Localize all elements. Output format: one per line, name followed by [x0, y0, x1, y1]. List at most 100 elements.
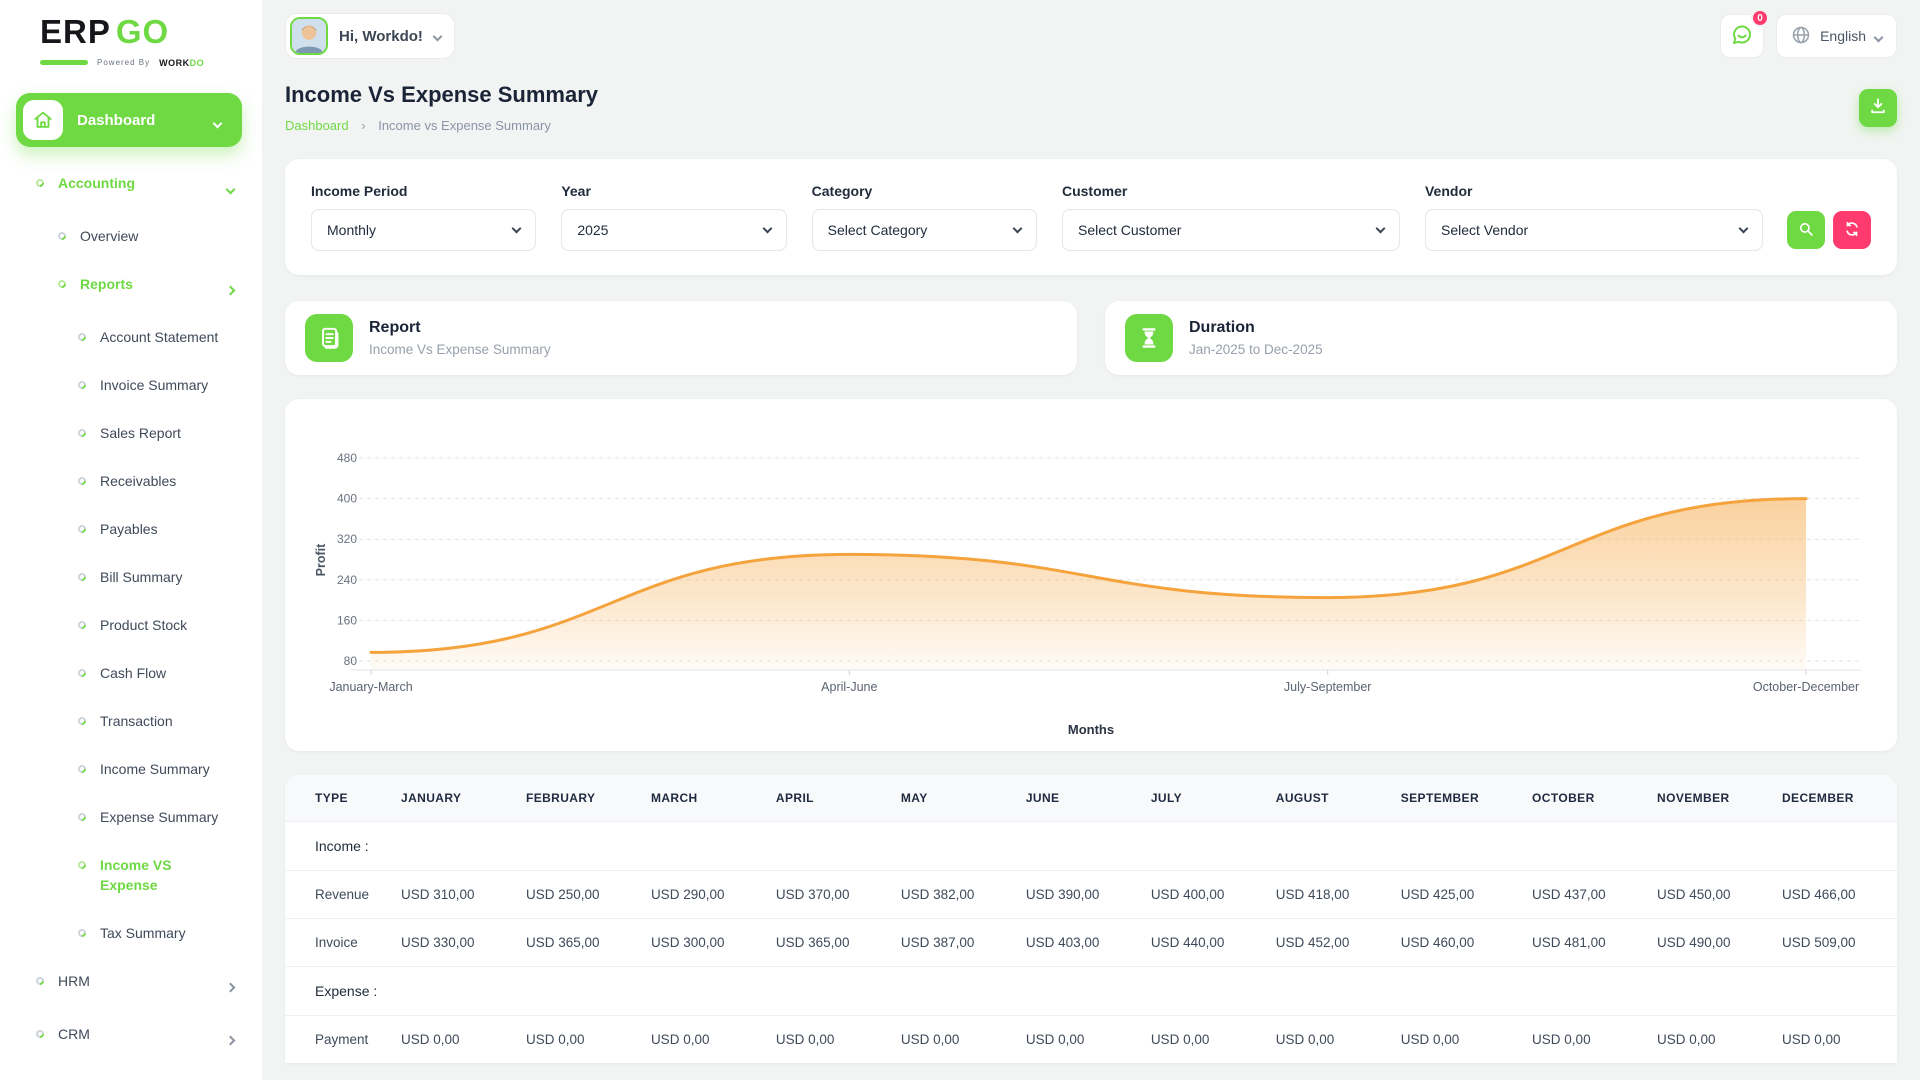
y-axis-tick-label: 400 — [337, 492, 357, 506]
table-section-row: Income : — [285, 821, 1897, 871]
sidebar-item-payables[interactable]: Payables — [0, 519, 262, 539]
search-button[interactable] — [1787, 211, 1825, 249]
amount-cell: USD 0,00 — [1140, 1015, 1266, 1063]
sidebar-item-tax-summary[interactable]: Tax Summary — [0, 923, 262, 943]
sidebar-item-income-summary[interactable]: Income Summary — [0, 759, 262, 779]
brand-logo[interactable]: ERP GO Powered By WORKDO — [0, 0, 262, 71]
amount-cell: USD 310,00 — [391, 870, 516, 919]
sidebar-item-label: Sales Report — [100, 425, 181, 441]
sidebar-item-accounting[interactable]: Accounting — [0, 173, 262, 198]
sidebar-item-label: Accounting — [58, 175, 135, 191]
sidebar-item-overview[interactable]: Overview — [0, 226, 262, 246]
vendor-select[interactable]: Select Vendor — [1424, 209, 1763, 251]
sidebar-item-reports[interactable]: Reports — [0, 274, 262, 299]
summary-cards: Report Income Vs Expense Summary Duratio… — [285, 301, 1897, 375]
sidebar-item-label: Income VS Expense — [100, 857, 172, 893]
select-value: Select Category — [827, 222, 928, 238]
sidebar-item-transaction[interactable]: Transaction — [0, 711, 262, 731]
breadcrumb-current: Income vs Expense Summary — [378, 118, 551, 133]
bullet-icon — [76, 427, 88, 439]
sidebar-item-bill-summary[interactable]: Bill Summary — [0, 567, 262, 587]
download-button[interactable] — [1859, 88, 1897, 127]
amount-cell: USD 370,00 — [765, 870, 891, 919]
sidebar-item-label: HRM — [58, 973, 90, 989]
breadcrumb-dashboard-link[interactable]: Dashboard — [285, 118, 349, 133]
amount-cell: USD 450,00 — [1647, 870, 1772, 919]
bullet-icon — [76, 331, 88, 343]
amount-cell: USD 0,00 — [640, 1015, 766, 1063]
amount-cell: USD 250,00 — [515, 870, 641, 919]
bullet-icon — [76, 523, 88, 535]
brand-underline-bar — [40, 59, 88, 65]
sidebar-item-sales-report[interactable]: Sales Report — [0, 423, 262, 443]
globe-icon — [1791, 25, 1811, 48]
brand-erp: ERP — [40, 13, 111, 50]
main-content: Hi, Workdo! 0 English Income Vs Expense … — [262, 0, 1920, 1080]
sidebar-item-receivables[interactable]: Receivables — [0, 471, 262, 491]
report-card: Report Income Vs Expense Summary — [285, 301, 1077, 375]
income-period-select[interactable]: Monthly — [311, 209, 537, 251]
table-row-invoice: Invoice USD 330,00 USD 365,00 USD 300,00 USD… — [285, 918, 1897, 967]
sidebar-item-crm[interactable]: CRM — [0, 1024, 262, 1049]
sidebar-item-cash-flow[interactable]: Cash Flow — [0, 663, 262, 683]
select-value: Select Customer — [1077, 222, 1182, 238]
download-icon — [1868, 96, 1888, 119]
sidebar-item-product-stock[interactable]: Product Stock — [0, 615, 262, 635]
sidebar-item-label: Transaction — [100, 713, 173, 729]
column-header-january: JANUARY — [391, 775, 516, 822]
topbar: Hi, Workdo! 0 English — [285, 0, 1897, 60]
amount-cell: USD 452,00 — [1265, 918, 1391, 967]
amount-cell: USD 0,00 — [890, 1015, 1016, 1063]
sidebar-item-invoice-summary[interactable]: Invoice Summary — [0, 375, 262, 395]
sidebar-item-label: Receivables — [100, 473, 177, 489]
filter-panel: Income Period Monthly Year 2025 Category Sele… — [285, 159, 1897, 275]
customer-select[interactable]: Select Customer — [1061, 209, 1400, 251]
user-menu[interactable]: Hi, Workdo! — [285, 13, 455, 59]
amount-cell: USD 0,00 — [391, 1015, 516, 1063]
bullet-icon — [76, 619, 88, 631]
sidebar-item-dashboard[interactable]: Dashboard — [16, 93, 242, 147]
filter-label: Vendor — [1424, 183, 1473, 199]
sidebar-item-label: Payables — [100, 521, 158, 537]
page-header: Income Vs Expense Summary Dashboard › In… — [285, 82, 1897, 133]
year-select[interactable]: 2025 — [561, 209, 787, 251]
row-type: Payment — [285, 1015, 391, 1063]
sidebar-item-label: Reports — [80, 276, 133, 292]
select-value: 2025 — [577, 222, 609, 238]
column-header-type: TYPE — [285, 775, 391, 822]
language-selector[interactable]: English — [1776, 14, 1897, 58]
select-value: Monthly — [327, 222, 377, 238]
amount-cell: USD 330,00 — [391, 918, 516, 967]
breadcrumb-separator: › — [361, 118, 366, 133]
column-header-may: MAY — [890, 775, 1016, 822]
chevron-down-icon — [762, 223, 773, 234]
app-root: ERP GO Powered By WORKDO Dashboard Accoun… — [0, 0, 1920, 1080]
amount-cell: USD 466,00 — [1771, 870, 1897, 919]
chevron-right-icon — [225, 976, 236, 996]
sidebar-item-income-vs-expense[interactable]: Income VS Expense — [0, 855, 262, 895]
user-avatar — [290, 17, 328, 55]
amount-cell: USD 0,00 — [1522, 1015, 1648, 1063]
brand-go: GO — [115, 13, 170, 50]
bullet-icon — [76, 571, 88, 583]
bullet-icon — [76, 927, 88, 939]
category-select[interactable]: Select Category — [811, 209, 1037, 251]
amount-cell: USD 387,00 — [890, 918, 1016, 967]
powered-by-text: Powered By — [97, 57, 151, 67]
sidebar-item-label: Product Stock — [100, 617, 188, 633]
reset-button[interactable] — [1833, 211, 1871, 249]
section-label: Income : — [285, 821, 1897, 871]
amount-cell: USD 0,00 — [765, 1015, 891, 1063]
income-expense-table: TYPE JANUARY FEBRUARY MARCH APRIL MAY JUNE JULY… — [285, 775, 1897, 1063]
filter-field-vendor: Vendor Select Vendor — [1424, 183, 1763, 251]
sidebar-item-hrm[interactable]: HRM — [0, 971, 262, 996]
chevron-right-icon — [225, 1029, 236, 1049]
filter-actions — [1787, 211, 1871, 251]
home-icon — [23, 100, 63, 140]
notifications-button[interactable]: 0 — [1720, 9, 1770, 58]
bullet-icon — [76, 811, 88, 823]
sidebar-item-expense-summary[interactable]: Expense Summary — [0, 807, 262, 827]
bullet-icon — [76, 667, 88, 679]
sidebar-item-account-statement[interactable]: Account Statement — [0, 327, 262, 347]
sidebar-item-label: Overview — [80, 228, 139, 244]
